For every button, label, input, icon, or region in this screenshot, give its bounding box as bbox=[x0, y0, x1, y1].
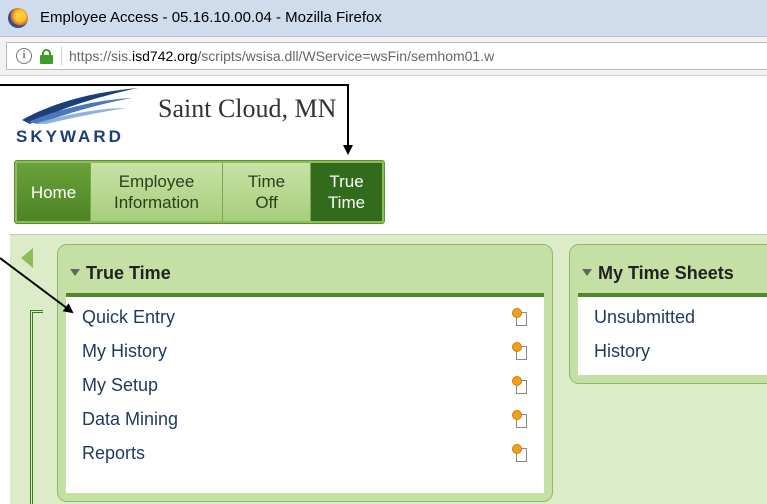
tab-time-off[interactable]: Time Off bbox=[223, 163, 311, 221]
true-time-title-text: True Time bbox=[86, 263, 171, 283]
url-separator bbox=[61, 47, 62, 65]
list-item-my-setup[interactable]: My Setup bbox=[82, 375, 158, 396]
list-item-unsubmitted[interactable]: Unsubmitted bbox=[594, 307, 695, 328]
address-bar-container: i https://sis.isd742.org/scripts/wsisa.d… bbox=[0, 37, 767, 76]
window-titlebar: Employee Access - 05.16.10.00.04 - Mozil… bbox=[0, 0, 767, 37]
collapse-triangle-icon bbox=[70, 268, 80, 276]
url-prefix: https://sis. bbox=[69, 48, 133, 64]
add-to-favorites-icon[interactable] bbox=[513, 377, 528, 394]
skyward-logo-swoosh bbox=[22, 88, 138, 124]
time-sheets-box-title[interactable]: My Time Sheets bbox=[582, 263, 734, 284]
district-name: Saint Cloud, MN bbox=[158, 94, 337, 123]
main-nav: Home Employee Information Time Off True Tim… bbox=[14, 160, 385, 224]
url-path: /scripts/wsisa.dll/WService=wsFin/semhom… bbox=[197, 48, 495, 64]
add-to-favorites-icon[interactable] bbox=[513, 411, 528, 428]
collapse-arrow-icon[interactable] bbox=[21, 248, 33, 268]
tab-time-off-line1: Time bbox=[247, 172, 286, 191]
add-to-favorites-icon[interactable] bbox=[513, 343, 528, 360]
tab-time-off-line2: Off bbox=[255, 193, 278, 212]
tab-employee-info-line2: Information bbox=[113, 193, 200, 212]
true-time-list: Quick Entry My History My Setup Data Min… bbox=[66, 293, 544, 493]
tab-employee-info-line1: Employee bbox=[118, 172, 195, 191]
list-item-my-history[interactable]: My History bbox=[82, 341, 167, 362]
add-to-favorites-icon[interactable] bbox=[513, 445, 528, 462]
lock-icon[interactable] bbox=[40, 49, 53, 64]
tab-true-time-line2: Time bbox=[327, 193, 366, 212]
left-rail bbox=[30, 310, 43, 504]
true-time-box: True Time Quick Entry My History My Setu… bbox=[57, 244, 553, 502]
url-text[interactable]: https://sis.isd742.org/scripts/wsisa.dll… bbox=[69, 48, 494, 64]
add-to-favorites-icon[interactable] bbox=[513, 309, 528, 326]
info-icon[interactable]: i bbox=[16, 48, 32, 64]
tab-true-time-line1: True bbox=[329, 172, 364, 191]
url-domain: isd742.org bbox=[132, 48, 198, 64]
window-title: Employee Access - 05.16.10.00.04 - Mozil… bbox=[40, 9, 382, 26]
my-time-sheets-box: My Time Sheets Unsubmitted History bbox=[569, 244, 767, 384]
list-item-reports[interactable]: Reports bbox=[82, 443, 145, 464]
list-item-quick-entry[interactable]: Quick Entry bbox=[82, 307, 175, 328]
time-sheets-list: Unsubmitted History bbox=[578, 293, 767, 375]
tab-employee-information[interactable]: Employee Information bbox=[91, 163, 223, 221]
firefox-icon bbox=[8, 8, 28, 28]
tab-home[interactable]: Home bbox=[17, 163, 91, 221]
list-item-history[interactable]: History bbox=[594, 341, 650, 362]
page-content: SKYWARD Saint Cloud, MN Home Employee Inf… bbox=[0, 76, 767, 504]
collapse-triangle-icon bbox=[582, 268, 592, 276]
true-time-box-title[interactable]: True Time bbox=[70, 263, 171, 284]
list-item-data-mining[interactable]: Data Mining bbox=[82, 409, 178, 430]
url-bar[interactable]: i https://sis.isd742.org/scripts/wsisa.d… bbox=[6, 42, 767, 70]
tab-home-label: Home bbox=[30, 182, 77, 202]
skyward-logo-text: SKYWARD bbox=[16, 127, 124, 146]
tab-true-time[interactable]: True Time bbox=[311, 163, 382, 221]
time-sheets-title-text: My Time Sheets bbox=[598, 263, 734, 283]
